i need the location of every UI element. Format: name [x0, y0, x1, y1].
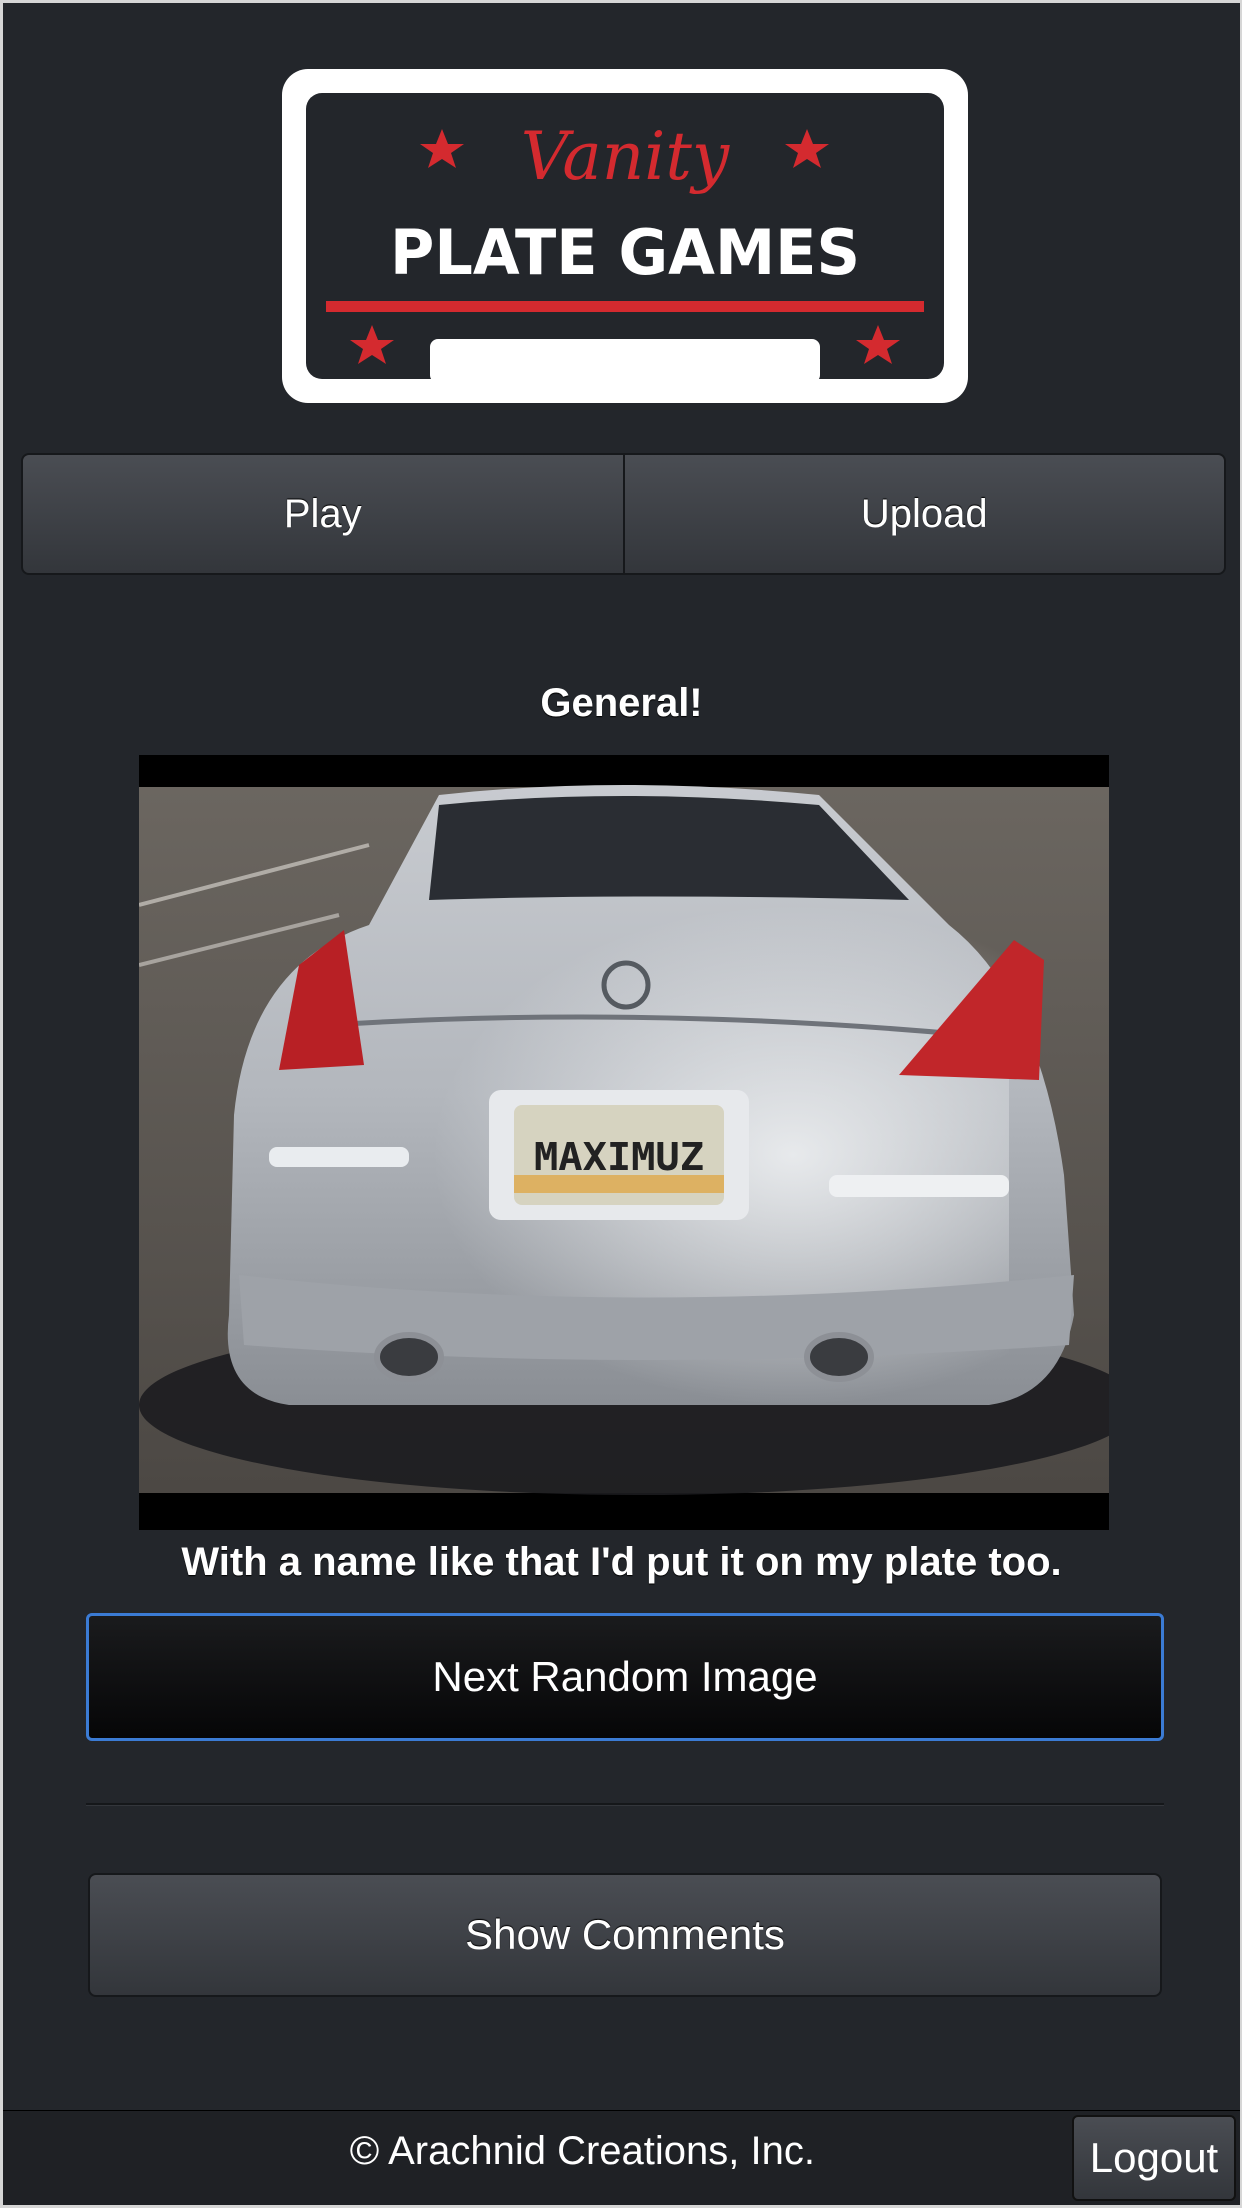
upload-button[interactable]: Upload [623, 453, 1226, 575]
category-title: General! [540, 681, 703, 725]
footer: © Arachnid Creations, Inc. Logout [3, 2110, 1240, 2205]
play-button[interactable]: Play [21, 453, 624, 575]
section-divider [86, 1803, 1164, 1806]
logo-graphic: Vanity PLATE GAMES [282, 69, 968, 403]
logout-button[interactable]: Logout [1072, 2115, 1236, 2201]
copyright-notice: © Arachnid Creations, Inc. [3, 2111, 873, 2191]
next-random-image-button[interactable]: Next Random Image [86, 1613, 1164, 1741]
copyright-text: © Arachnid Creations, Inc. [349, 2129, 815, 2173]
car-photo-graphic: MAXIMUZ [139, 755, 1109, 1530]
plate-photo: MAXIMUZ [139, 755, 1109, 1530]
app-screen: Vanity PLATE GAMES Play Upload General! [3, 3, 1240, 2205]
license-plate-text: MAXIMUZ [534, 1135, 704, 1179]
photo-caption: With a name like that I'd put it on my p… [181, 1540, 1062, 1584]
logo-main-text: PLATE GAMES [390, 216, 860, 289]
vanity-plate-games-logo: Vanity PLATE GAMES [282, 69, 968, 403]
logo-script-text: Vanity [521, 118, 730, 195]
main-nav: Play Upload [21, 453, 1226, 575]
show-comments-button[interactable]: Show Comments [88, 1873, 1162, 1997]
